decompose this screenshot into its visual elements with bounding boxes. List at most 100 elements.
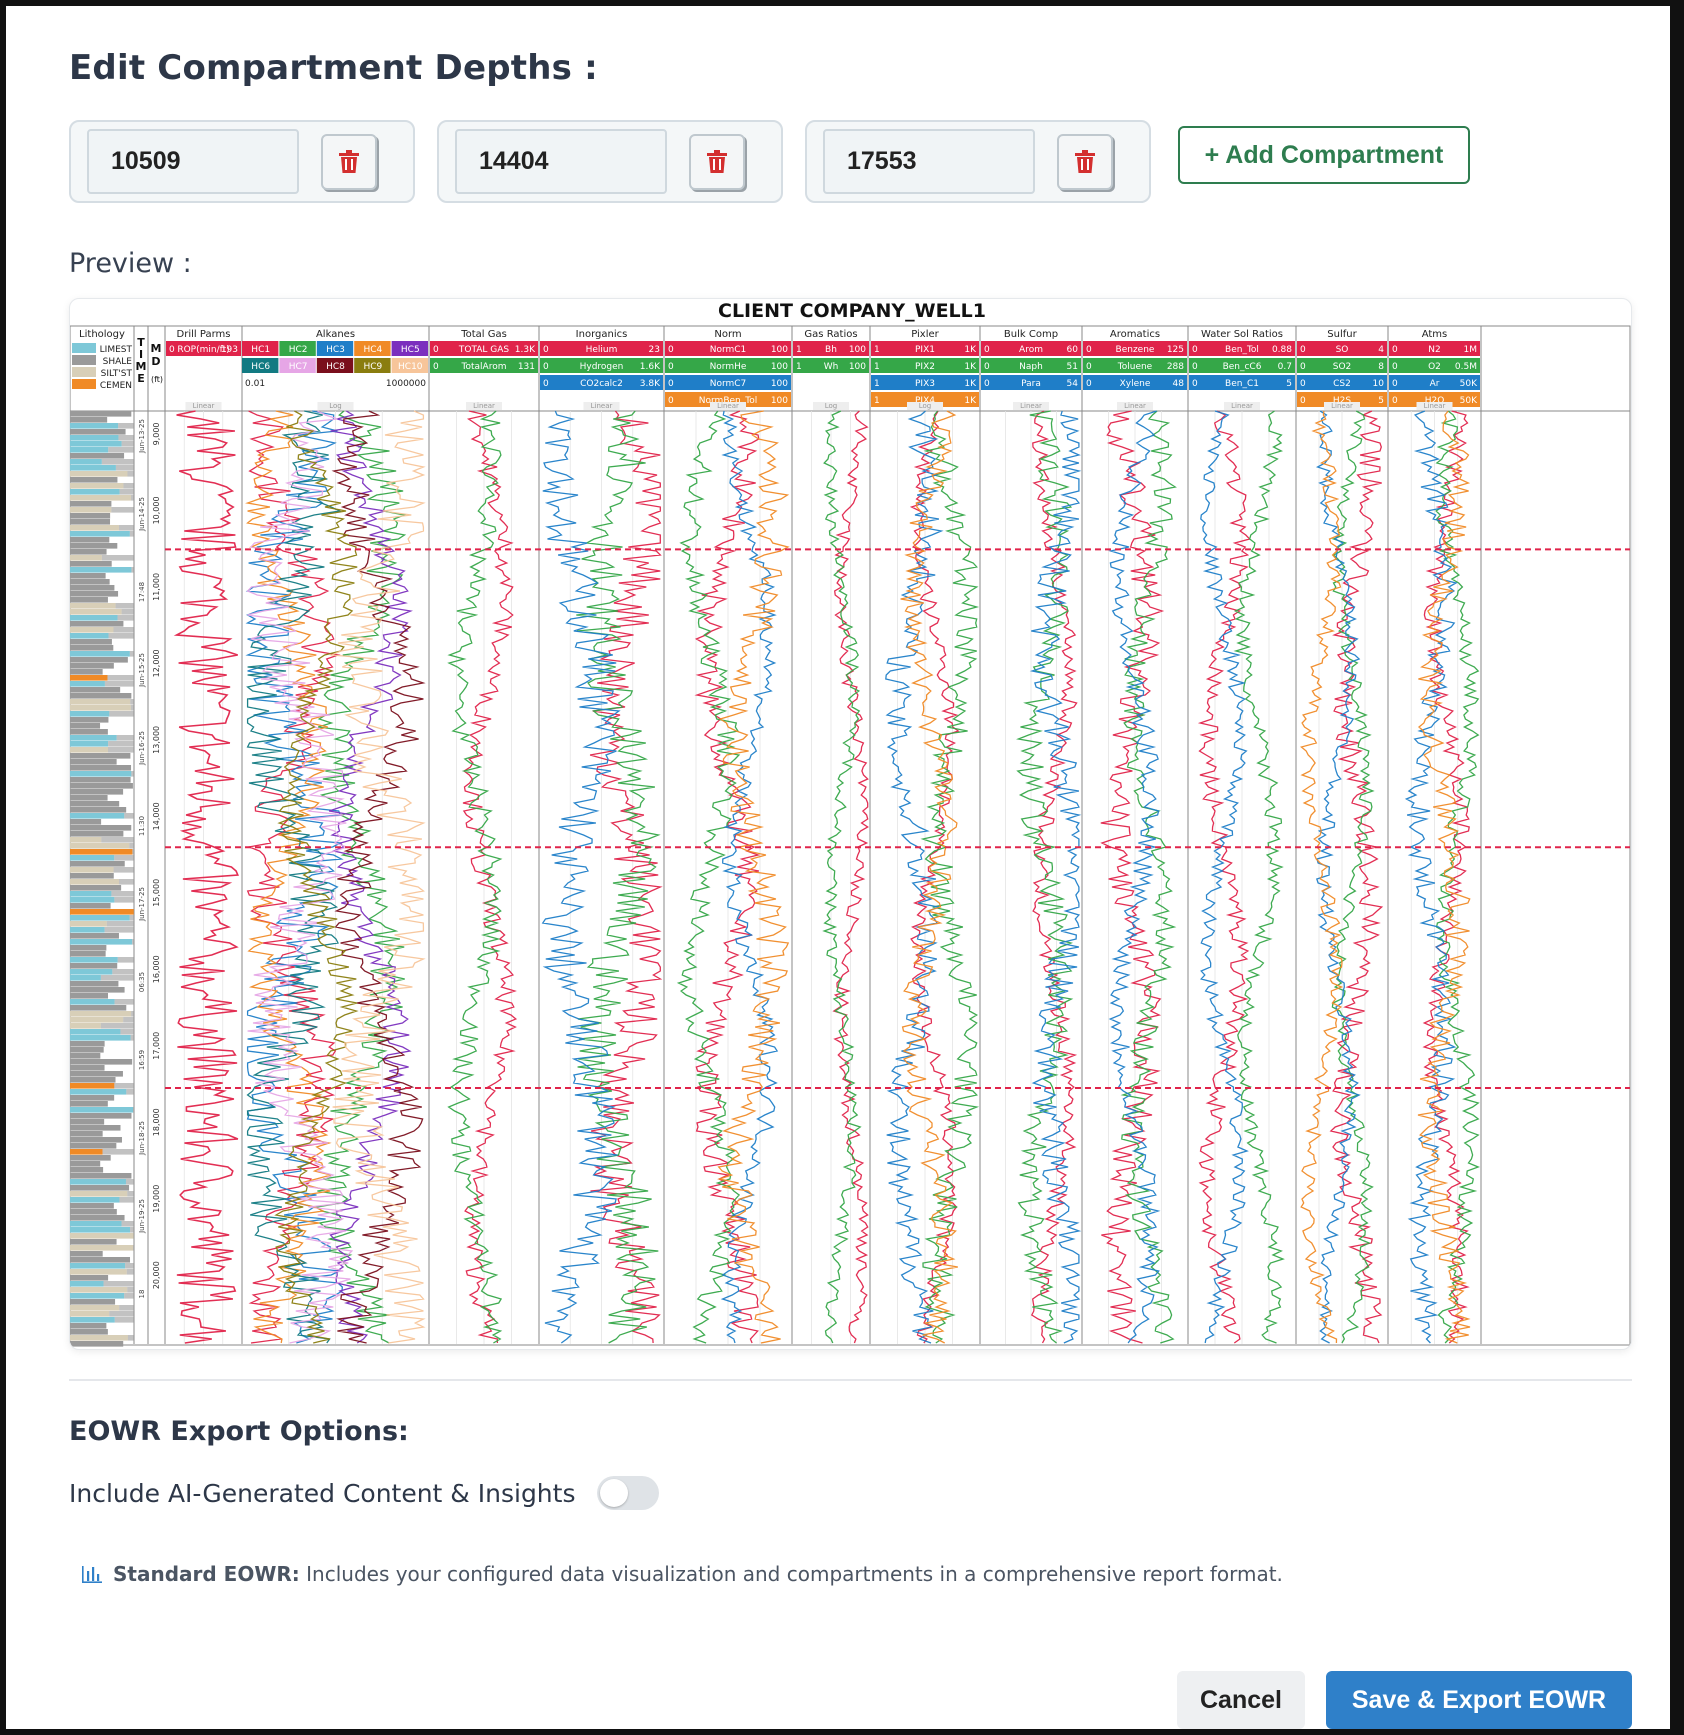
- lithology-band: [70, 579, 110, 585]
- curve-max-label: 51: [1067, 362, 1078, 372]
- time-tick-label: Jun-14-25: [138, 497, 146, 532]
- curve-min-label: 1: [874, 362, 880, 372]
- curve-label: Ar: [1430, 379, 1440, 389]
- lithology-band: [70, 1269, 127, 1275]
- depth-tick-label: 18,000: [152, 1108, 161, 1136]
- lithology-band: [70, 447, 109, 453]
- curve-label: CO2calc2: [580, 379, 623, 389]
- delete-compartment-button[interactable]: [1057, 133, 1113, 190]
- lithology-band: [125, 1263, 134, 1269]
- curve-min-label: 0: [433, 362, 439, 372]
- curve-label: Toluene: [1117, 362, 1153, 372]
- lithology-band: [70, 489, 120, 495]
- lithology-band: [70, 963, 118, 969]
- lithology-band: [70, 1035, 131, 1041]
- lithology-band: [104, 681, 134, 687]
- lithology-band: [70, 1131, 103, 1137]
- lithology-band: [70, 477, 118, 483]
- curve-max-label: 100: [771, 345, 788, 355]
- lithology-band: [70, 825, 132, 831]
- lithology-band: [70, 1317, 115, 1323]
- curve-min-label: 0: [1392, 379, 1398, 389]
- lithology-band: [130, 699, 134, 705]
- ai-content-toggle[interactable]: [597, 1476, 660, 1510]
- lithology-legend-swatch: [72, 367, 96, 377]
- lithology-band: [70, 1221, 122, 1227]
- track-name: Bulk Comp: [1004, 329, 1058, 340]
- lithology-band: [70, 735, 117, 741]
- compartment-depth-input[interactable]: [823, 129, 1035, 194]
- lithology-band: [119, 489, 134, 495]
- lithology-band: [130, 495, 134, 501]
- curve-label: PIX3: [915, 379, 935, 389]
- lithology-band: [101, 459, 134, 465]
- curve-max-label: 4: [1378, 345, 1384, 355]
- info-text: Includes your configured data visualizat…: [306, 1562, 1283, 1586]
- lithology-band: [70, 1191, 128, 1197]
- curve-label: PIX1: [915, 345, 935, 355]
- curve-label: Para: [1021, 379, 1041, 389]
- depth-tick-label: 16,000: [152, 955, 161, 983]
- lithology-legend-swatch: [72, 379, 96, 389]
- delete-compartment-button[interactable]: [689, 133, 745, 190]
- lithology-band: [117, 957, 134, 963]
- lithology-band: [70, 651, 130, 657]
- lithology-band: [70, 1161, 101, 1167]
- curve-min-label: 0: [1086, 362, 1092, 372]
- lithology-band: [70, 957, 118, 963]
- lithology-band: [70, 759, 117, 765]
- scale-label: Linear: [1424, 402, 1446, 410]
- curve-max-label: 50K: [1460, 379, 1478, 389]
- curve-min-label: 0: [1392, 345, 1398, 355]
- lithology-band: [70, 951, 106, 957]
- lithology-band: [132, 849, 134, 855]
- time-tick-label: Jun-19-25: [138, 1199, 146, 1234]
- depth-tick-label: 14,000: [152, 802, 161, 830]
- compartment-depth-input[interactable]: [87, 129, 299, 194]
- compartment-depth-input[interactable]: [455, 129, 667, 194]
- lithology-band: [127, 1287, 134, 1293]
- lithology-band: [70, 1155, 111, 1161]
- log-curve: [541, 410, 621, 1344]
- curve-label: Naph: [1019, 362, 1043, 372]
- depth-tick-label: 11,000: [152, 573, 161, 601]
- lithology-band: [70, 1023, 101, 1029]
- curve-max-label: 3.8K: [640, 379, 661, 389]
- track-name: Total Gas: [460, 329, 507, 340]
- lithology-header: Lithology: [79, 329, 125, 340]
- compartment-card: [69, 120, 415, 203]
- curve-max-label: 0.5M: [1455, 362, 1477, 372]
- lithology-band: [70, 1239, 117, 1245]
- lithology-band: [70, 837, 102, 843]
- delete-compartment-button[interactable]: [321, 133, 377, 190]
- curve-label: Xylene: [1120, 379, 1151, 389]
- lithology-band: [70, 1323, 107, 1329]
- lithology-band: [70, 657, 128, 663]
- lithology-band: [70, 867, 114, 873]
- lithology-band: [70, 519, 111, 525]
- depth-tick-label: 15,000: [152, 879, 161, 907]
- scale-label: Linear: [1020, 402, 1042, 410]
- lithology-band: [131, 567, 134, 573]
- save-export-button[interactable]: Save & Export EOWR: [1326, 1671, 1632, 1729]
- lithology-band: [70, 1095, 115, 1101]
- scale-label: Linear: [193, 402, 215, 410]
- curve-label: HC8: [326, 362, 345, 372]
- curve-max-label: 5: [1378, 396, 1384, 406]
- lithology-band: [70, 675, 108, 681]
- cancel-button[interactable]: Cancel: [1177, 1671, 1305, 1729]
- lithology-band: [70, 591, 119, 597]
- lithology-band: [127, 1191, 134, 1197]
- lithology-band: [70, 423, 119, 429]
- lithology-band: [70, 465, 116, 471]
- lithology-band: [119, 1197, 134, 1203]
- lithology-legend-label: LIMEST: [100, 345, 133, 355]
- md-header-letter: D: [151, 355, 160, 368]
- add-compartment-button[interactable]: + Add Compartment: [1178, 126, 1470, 184]
- lithology-band: [70, 945, 107, 951]
- lithology-band: [70, 783, 133, 789]
- lithology-band: [70, 1281, 104, 1287]
- lithology-band: [111, 507, 134, 513]
- lithology-band: [70, 1113, 132, 1119]
- time-tick-label: Jun-18-25: [138, 1121, 146, 1156]
